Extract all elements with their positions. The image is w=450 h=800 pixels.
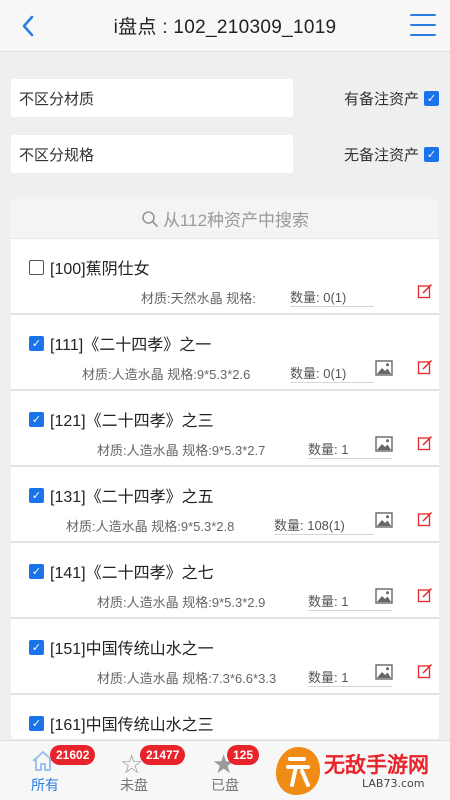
watermark-url: LAB73.com bbox=[362, 777, 425, 790]
item-quantity[interactable]: 数量: 0(1) bbox=[290, 363, 374, 383]
list-item[interactable]: ✓ [131]《二十四孝》之五 材质:人造水晶 规格:9*5.3*2.8 数量:… bbox=[11, 467, 439, 543]
image-icon[interactable] bbox=[375, 664, 393, 680]
edit-icon[interactable] bbox=[417, 435, 433, 451]
has-note-checkbox[interactable]: ✓ bbox=[424, 90, 439, 106]
tab-uncounted-badge: 21477 bbox=[140, 745, 186, 765]
item-spec: 材质:人造水晶 规格:9*5.3*2.7 bbox=[97, 443, 266, 458]
page-title: i盘点 : 102_210309_1019 bbox=[113, 17, 337, 38]
item-name: [161]中国传统山水之三 bbox=[50, 717, 214, 734]
tab-all-label: 所有 bbox=[31, 777, 59, 793]
asset-list-panel: 从112种资产中搜索 [100]蕉阴仕女 材质:天然水晶 规格: 数量: 0(1… bbox=[11, 199, 439, 739]
item-name: [121]《二十四孝》之三 bbox=[50, 413, 214, 430]
bottom-tab-bar: 所有 21602 ☆ 未盘 21477 ★ 已盘 125 无敌手游网 LAB73… bbox=[0, 740, 450, 800]
image-icon[interactable] bbox=[375, 360, 393, 376]
item-checkbox[interactable]: ✓ bbox=[29, 639, 44, 655]
material-filter-select[interactable]: 不区分材质 bbox=[11, 79, 293, 117]
list-item[interactable]: ✓ [121]《二十四孝》之三 材质:人造水晶 规格:9*5.3*2.7 数量:… bbox=[11, 391, 439, 467]
no-note-filter[interactable]: 无备注资产 ✓ bbox=[344, 144, 439, 165]
list-item[interactable]: ✓ [151]中国传统山水之一 材质:人造水晶 规格:7.3*6.6*3.3 数… bbox=[11, 619, 439, 695]
item-quantity[interactable]: 数量: 108(1) bbox=[274, 515, 374, 535]
item-name: [151]中国传统山水之一 bbox=[50, 641, 214, 658]
filter-row-spec: 不区分规格 无备注资产 ✓ bbox=[11, 135, 439, 173]
tab-counted[interactable]: ★ 已盘 125 bbox=[194, 741, 284, 800]
edit-icon[interactable] bbox=[417, 283, 433, 299]
search-icon bbox=[142, 210, 158, 227]
item-checkbox[interactable]: ✓ bbox=[29, 411, 44, 427]
item-name: [100]蕉阴仕女 bbox=[50, 261, 150, 278]
edit-icon[interactable] bbox=[417, 511, 433, 527]
no-note-checkbox[interactable]: ✓ bbox=[424, 146, 439, 162]
item-spec: 材质:人造水晶 规格:9*5.3*2.9 bbox=[97, 595, 266, 610]
item-checkbox[interactable] bbox=[29, 259, 44, 275]
item-quantity[interactable]: 数量: 0(1) bbox=[290, 287, 374, 307]
tab-all-badge: 21602 bbox=[50, 745, 96, 765]
item-checkbox[interactable]: ✓ bbox=[29, 715, 44, 731]
item-checkbox[interactable]: ✓ bbox=[29, 335, 44, 351]
image-icon[interactable] bbox=[375, 512, 393, 528]
item-spec: 材质:天然水晶 规格: bbox=[141, 291, 256, 306]
filter-row-material: 不区分材质 有备注资产 ✓ bbox=[11, 79, 439, 117]
chevron-left-icon bbox=[22, 15, 34, 37]
list-item[interactable]: ✓ [141]《二十四孝》之七 材质:人造水晶 规格:9*5.3*2.9 数量:… bbox=[11, 543, 439, 619]
item-checkbox[interactable]: ✓ bbox=[29, 563, 44, 579]
list-item[interactable]: ✓ [161]中国传统山水之三 bbox=[11, 695, 439, 739]
hamburger-menu-icon bbox=[410, 14, 436, 16]
edit-icon[interactable] bbox=[417, 663, 433, 679]
back-button[interactable] bbox=[14, 12, 42, 40]
watermark-logo: 无敌手游网 LAB73.com bbox=[272, 743, 448, 799]
item-spec: 材质:人造水晶 规格:9*5.3*2.8 bbox=[66, 519, 235, 534]
list-item[interactable]: [100]蕉阴仕女 材质:天然水晶 规格: 数量: 0(1) bbox=[11, 239, 439, 315]
tab-counted-label: 已盘 bbox=[211, 777, 239, 793]
edit-icon[interactable] bbox=[417, 587, 433, 603]
list-item[interactable]: ✓ [111]《二十四孝》之一 材质:人造水晶 规格:9*5.3*2.6 数量:… bbox=[11, 315, 439, 391]
edit-icon[interactable] bbox=[417, 359, 433, 375]
item-checkbox[interactable]: ✓ bbox=[29, 487, 44, 503]
item-spec: 材质:人造水晶 规格:9*5.3*2.6 bbox=[82, 367, 251, 382]
image-icon[interactable] bbox=[375, 588, 393, 604]
tab-uncounted-label: 未盘 bbox=[120, 777, 148, 793]
search-placeholder: 从112种资产中搜索 bbox=[162, 211, 310, 230]
item-name: [141]《二十四孝》之七 bbox=[50, 565, 214, 582]
item-spec: 材质:人造水晶 规格:7.3*6.6*3.3 bbox=[97, 671, 277, 686]
watermark-text: 无敌手游网 bbox=[324, 753, 429, 777]
tab-counted-badge: 125 bbox=[227, 745, 260, 765]
search-input[interactable]: 从112种资产中搜索 bbox=[11, 199, 439, 239]
spec-filter-select[interactable]: 不区分规格 bbox=[11, 135, 293, 173]
item-name: [111]《二十四孝》之一 bbox=[50, 337, 212, 354]
tab-all[interactable]: 所有 21602 bbox=[18, 741, 108, 800]
watermark-emblem-icon bbox=[276, 747, 320, 795]
header-bar: i盘点 : 102_210309_1019 bbox=[0, 0, 450, 52]
no-note-label: 无备注资产 bbox=[343, 146, 419, 164]
has-note-filter[interactable]: 有备注资产 ✓ bbox=[344, 88, 439, 109]
menu-button[interactable] bbox=[410, 14, 436, 36]
has-note-label: 有备注资产 bbox=[343, 90, 419, 108]
image-icon[interactable] bbox=[375, 436, 393, 452]
item-name: [131]《二十四孝》之五 bbox=[50, 489, 214, 506]
tab-uncounted[interactable]: ☆ 未盘 21477 bbox=[106, 741, 196, 800]
